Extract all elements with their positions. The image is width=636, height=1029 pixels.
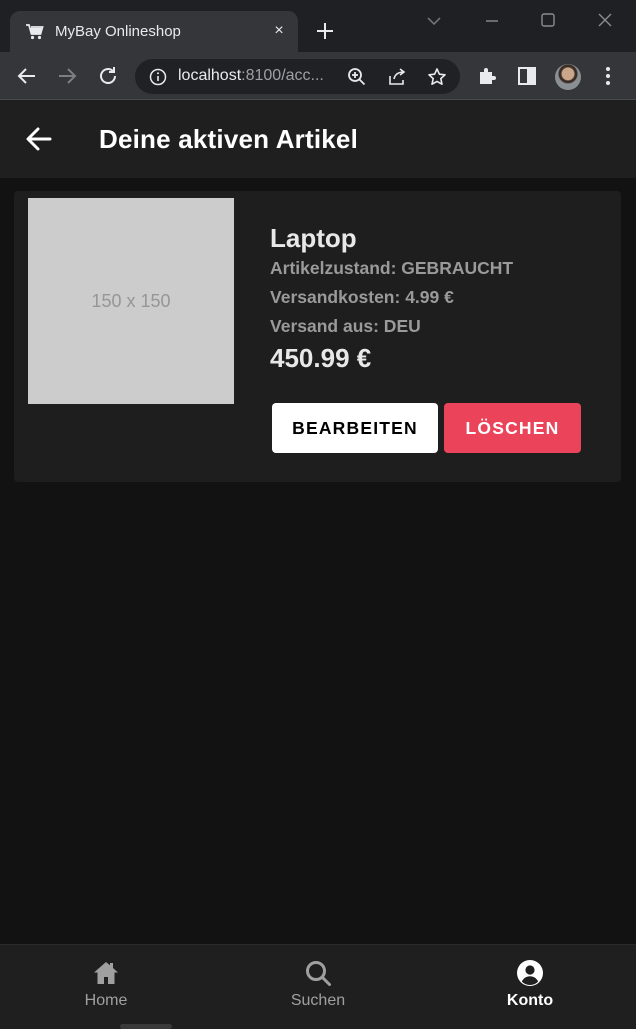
minimize-icon[interactable] [481, 10, 503, 32]
new-tab-icon[interactable] [314, 20, 336, 42]
delete-button[interactable]: LÖSCHEN [444, 403, 581, 453]
forward-arrow-icon[interactable] [55, 64, 79, 88]
tab-search-chevron-icon[interactable] [423, 10, 445, 32]
share-icon[interactable] [387, 67, 407, 87]
tab-search[interactable]: Suchen [212, 945, 424, 1025]
tab-home[interactable]: Home [0, 945, 212, 1025]
tab-search-label: Suchen [290, 992, 346, 1009]
bottom-tab-bar: Home Suchen Konto [0, 944, 636, 1029]
item-name: Laptop [270, 223, 357, 253]
side-panel-icon[interactable] [515, 64, 539, 88]
tab-home-label: Home [84, 992, 128, 1009]
item-condition: Artikelzustand: GEBRAUCHT [270, 258, 514, 278]
app-header: Deine aktiven Artikel [0, 100, 636, 178]
url-text[interactable]: localhost:8100/acc... [178, 67, 324, 85]
url-path: :8100/acc... [241, 67, 324, 84]
reload-icon[interactable] [96, 64, 120, 88]
tab-account[interactable]: Konto [424, 945, 636, 1025]
cart-icon [26, 24, 44, 40]
item-shipping-cost: Versandkosten: 4.99 € [270, 287, 454, 307]
bookmark-star-icon[interactable] [427, 67, 447, 87]
tab-close-icon[interactable]: × [270, 22, 288, 40]
zoom-icon[interactable] [347, 67, 367, 87]
item-card: 150 x 150 Laptop Artikelzustand: GEBRAUC… [14, 191, 621, 482]
tab-title: MyBay Onlineshop [55, 23, 181, 40]
edit-button[interactable]: BEARBEITEN [272, 403, 438, 453]
home-indicator [120, 1024, 172, 1029]
image-placeholder-text: 150 x 150 [91, 290, 171, 311]
home-icon [94, 962, 118, 984]
search-icon [306, 961, 331, 986]
item-image-placeholder: 150 x 150 [28, 198, 234, 404]
person-circle-icon [517, 960, 543, 986]
profile-avatar[interactable] [555, 64, 581, 90]
page-title: Deine aktiven Artikel [99, 124, 359, 154]
item-ships-from: Versand aus: DEU [270, 316, 421, 336]
item-price: 450.99 € [270, 343, 372, 373]
back-arrow-icon[interactable] [15, 64, 39, 88]
close-window-icon[interactable] [594, 10, 616, 32]
more-menu-icon[interactable] [596, 64, 620, 88]
address-bar[interactable]: localhost:8100/acc... [135, 59, 460, 94]
site-info-icon[interactable] [149, 68, 167, 86]
url-host: localhost [178, 67, 242, 84]
back-arrow-icon[interactable] [22, 122, 56, 156]
maximize-icon[interactable] [537, 10, 559, 32]
browser-titlebar: MyBay Onlineshop × [0, 0, 636, 53]
browser-tab[interactable]: MyBay Onlineshop × [10, 11, 298, 53]
browser-toolbar: localhost:8100/acc... [0, 52, 636, 100]
tab-account-label: Konto [506, 992, 554, 1009]
extensions-puzzle-icon[interactable] [476, 64, 500, 88]
